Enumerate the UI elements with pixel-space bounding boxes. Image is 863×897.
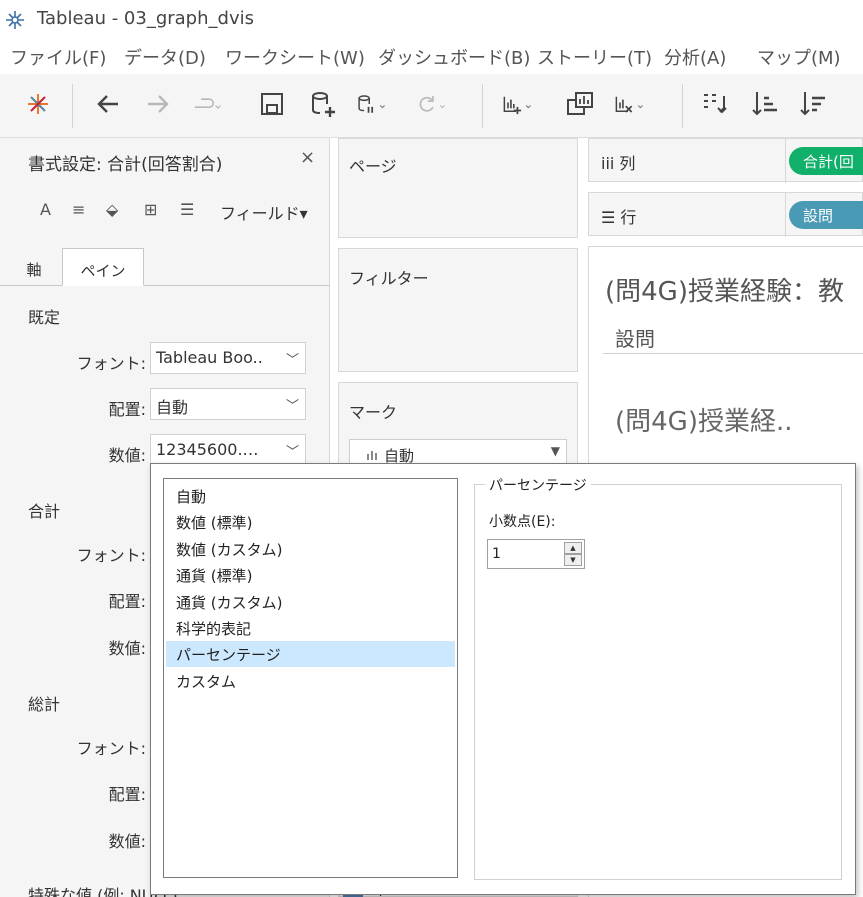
format-option-number-standard[interactable]: 数値 (標準) [166, 509, 455, 535]
stepper-up-icon[interactable]: ▲ [564, 542, 582, 554]
default-font-value: Tableau Boo.. [156, 348, 263, 367]
menu-analysis[interactable]: 分析(A) [664, 44, 726, 70]
pages-shelf-label: ページ [349, 157, 397, 176]
default-font-dropdown[interactable]: Tableau Boo.. ﹀ [150, 342, 306, 374]
menu-map[interactable]: マップ(M) [757, 44, 841, 70]
decimal-places-value: 1 [492, 546, 501, 562]
format-tabs: 軸 ペイン [0, 248, 330, 286]
stepper-down-icon[interactable]: ▼ [564, 554, 582, 566]
default-section-heading: 既定 [28, 308, 61, 327]
toolbar [0, 74, 863, 138]
columns-shelf[interactable]: iii 列 合計(回 [588, 138, 863, 183]
menu-dashboard[interactable]: ダッシュボード(B) [378, 44, 530, 70]
chevron-down-icon: ﹀ [285, 445, 299, 460]
default-align-label: 配置: [108, 400, 146, 419]
tableau-logo-icon[interactable] [22, 88, 54, 120]
total-font-label: フォント: [76, 546, 146, 565]
pages-shelf[interactable]: ページ [338, 138, 578, 238]
default-number-dropdown[interactable]: 12345600.… ﹀ [150, 434, 306, 466]
grand-total-section-heading: 総計 [28, 695, 61, 714]
row-header: 設問 [615, 327, 655, 351]
menu-worksheet[interactable]: ワークシート(W) [225, 44, 365, 70]
number-format-popup: 自動 数値 (標準) 数値 (カスタム) 通貨 (標準) 通貨 (カスタム) 科… [150, 463, 856, 895]
shelf-divider [785, 193, 786, 237]
title-bar: Tableau - 03_graph_dvis [0, 0, 863, 38]
refresh-icon[interactable] [414, 88, 446, 120]
filters-shelf[interactable]: フィルター [338, 248, 578, 372]
close-icon[interactable]: × [300, 147, 315, 168]
new-worksheet-icon[interactable] [500, 88, 532, 120]
default-number-value: 12345600.… [156, 440, 259, 459]
view-title: (問4G)授業経験：教 [605, 277, 844, 307]
format-option-auto[interactable]: 自動 [166, 483, 455, 509]
format-option-currency-custom[interactable]: 通貨 (カスタム) [166, 589, 455, 615]
default-align-value: 自動 [156, 398, 189, 417]
format-option-scientific[interactable]: 科学的表記 [166, 615, 455, 641]
toolbar-separator [682, 84, 683, 128]
percentage-group-title: パーセンテージ [485, 475, 591, 495]
tableau-logo-icon [6, 11, 24, 29]
back-icon[interactable] [92, 88, 124, 120]
menu-data[interactable]: データ(D) [124, 44, 206, 70]
tab-pane[interactable]: ペイン [62, 248, 144, 286]
toolbar-separator [482, 84, 483, 128]
redo-icon[interactable] [190, 88, 222, 120]
shading-format-icon[interactable]: ⬙ [106, 200, 118, 219]
header-divider [603, 353, 863, 354]
format-option-percentage[interactable]: パーセンテージ [166, 641, 455, 667]
forward-icon[interactable] [142, 88, 174, 120]
chevron-down-icon: ﹀ [285, 353, 299, 368]
duplicate-icon[interactable] [564, 88, 596, 120]
rows-shelf[interactable]: ☰ 行 設問 [588, 192, 863, 237]
grand-total-align-label: 配置: [108, 785, 146, 804]
menu-story[interactable]: ストーリー(T) [537, 44, 652, 70]
total-section-heading: 合計 [28, 502, 61, 521]
default-number-label: 数値: [108, 446, 146, 465]
swap-icon[interactable] [700, 88, 732, 120]
format-option-currency-standard[interactable]: 通貨 (標準) [166, 562, 455, 588]
borders-format-icon[interactable]: ⊞ [144, 200, 157, 219]
format-pane-title: 書式設定: 合計(回答割合) [28, 155, 223, 175]
sort-descending-icon[interactable] [798, 88, 830, 120]
total-number-label: 数値: [108, 639, 146, 658]
chevron-down-icon: ﹀ [285, 399, 299, 414]
grand-total-number-label: 数値: [108, 832, 146, 851]
grand-total-font-label: フォント: [76, 739, 146, 758]
menu-bar: ファイル(F) データ(D) ワークシート(W) ダッシュボード(B) ストーリ… [0, 38, 863, 74]
clear-icon[interactable] [612, 88, 644, 120]
rows-pill[interactable]: 設問 [789, 201, 863, 229]
format-option-custom[interactable]: カスタム [166, 668, 455, 694]
format-tools: A ≡ ⬙ ⊞ ☰ フィールド▾ [0, 194, 330, 234]
window-title: Tableau - 03_graph_dvis [37, 8, 254, 29]
field-dropdown[interactable]: フィールド▾ [220, 200, 308, 224]
toolbar-separator [72, 84, 73, 128]
columns-pill[interactable]: 合計(回 [789, 147, 863, 175]
rows-shelf-label: ☰ 行 [601, 208, 637, 227]
format-option-number-custom[interactable]: 数値 (カスタム) [166, 536, 455, 562]
bar-chart-icon [367, 451, 377, 460]
filters-shelf-label: フィルター [349, 269, 429, 288]
decimal-places-label: 小数点(E): [489, 514, 556, 530]
font-format-icon[interactable]: A [40, 200, 51, 219]
total-align-label: 配置: [108, 592, 146, 611]
default-align-dropdown[interactable]: 自動 ﹀ [150, 388, 306, 420]
number-format-list[interactable]: 自動 数値 (標準) 数値 (カスタム) 通貨 (標準) 通貨 (カスタム) 科… [163, 478, 458, 878]
save-icon[interactable] [256, 88, 288, 120]
alignment-format-icon[interactable]: ≡ [72, 200, 85, 219]
columns-shelf-label: iii 列 [601, 154, 636, 173]
default-font-label: フォント: [76, 354, 146, 373]
sort-ascending-icon[interactable] [750, 88, 782, 120]
tab-axis[interactable]: 軸 [10, 248, 58, 286]
new-datasource-icon[interactable] [306, 88, 338, 120]
percentage-settings-group: パーセンテージ 小数点(E): 1 ▲ ▼ [474, 475, 842, 880]
chevron-down-icon: ▼ [550, 444, 560, 458]
decimal-places-stepper[interactable]: 1 ▲ ▼ [487, 539, 585, 569]
menu-file[interactable]: ファイル(F) [10, 44, 106, 70]
pause-datasource-icon[interactable] [354, 88, 386, 120]
lines-format-icon[interactable]: ☰ [180, 200, 194, 219]
shelf-divider [785, 139, 786, 183]
row-header-cell[interactable]: (問4G)授業経.. [615, 401, 793, 438]
marks-card-label: マーク [349, 403, 398, 422]
